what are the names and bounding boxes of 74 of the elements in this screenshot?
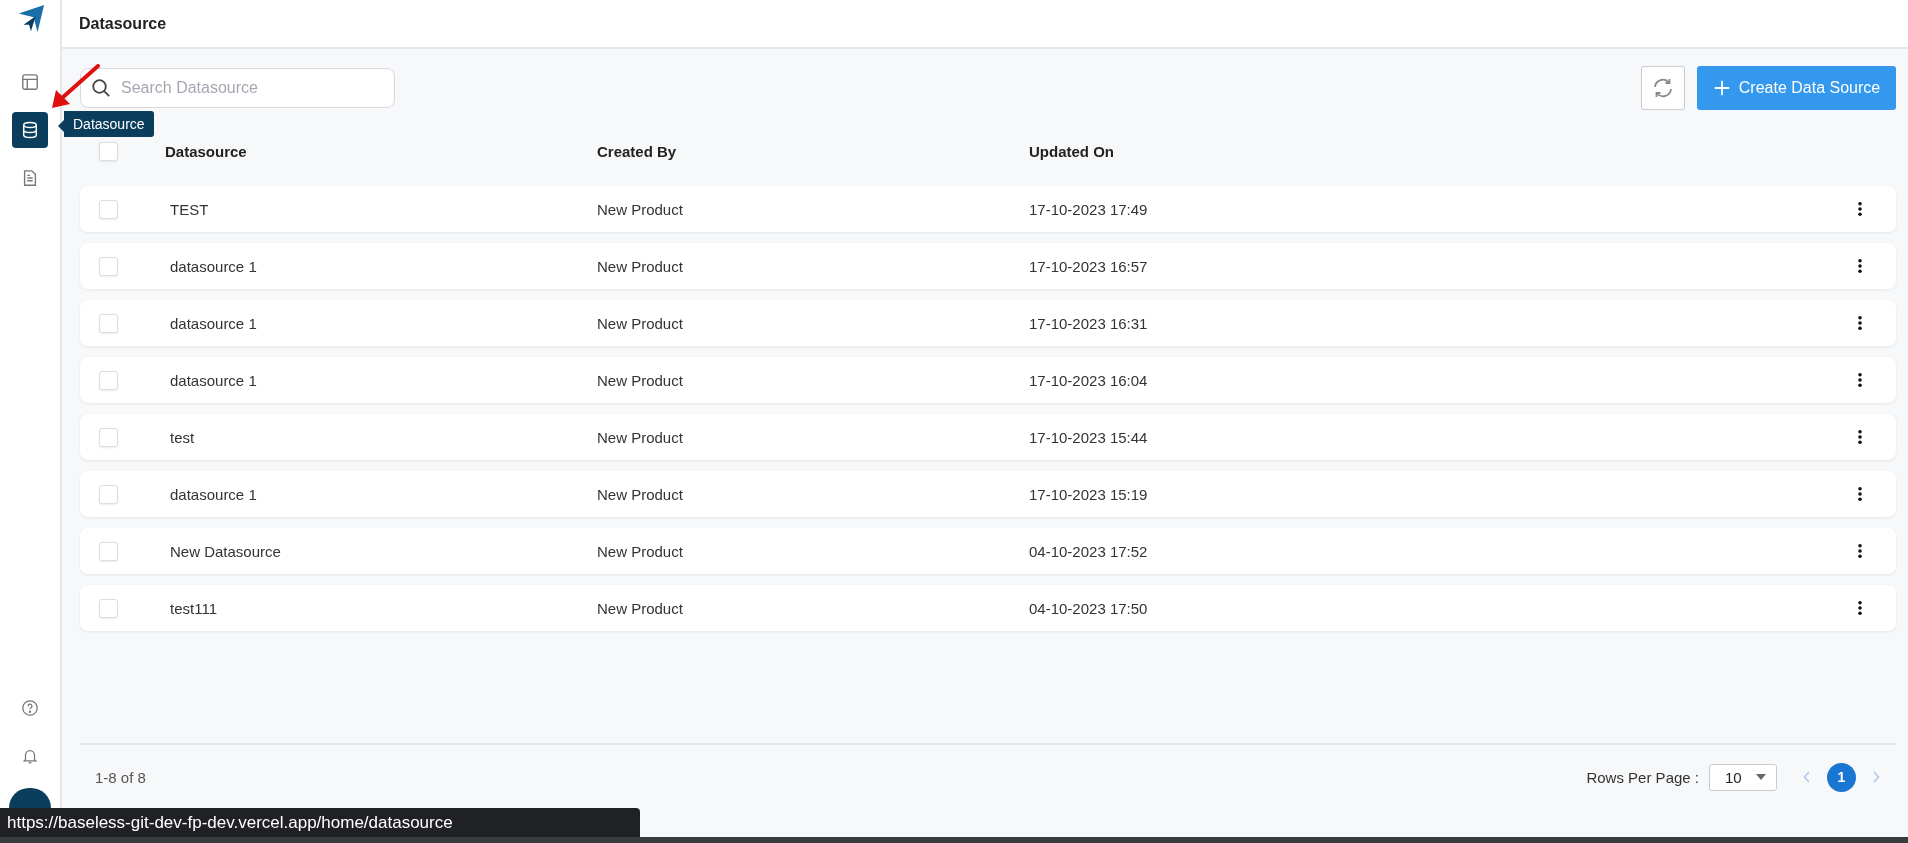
table-cell-text: test111	[169, 599, 218, 617]
help-icon[interactable]	[21, 699, 39, 717]
row-checkbox[interactable]	[99, 256, 118, 276]
plus-icon	[1712, 79, 1731, 97]
row-checkbox[interactable]	[99, 427, 118, 447]
more-options-icon[interactable]	[1857, 315, 1863, 331]
table-cell-text: datasource 1	[169, 485, 258, 503]
table-row[interactable]: datasource 1 New Product 17-10-2023 16:31	[80, 300, 1896, 346]
database-icon	[21, 121, 39, 139]
search-field[interactable]: Search Datasource	[80, 68, 395, 108]
table-row[interactable]: datasource 1 New Product 17-10-2023 15:19	[80, 471, 1896, 517]
refresh-icon	[1651, 76, 1675, 100]
table-cell-text: 17-10-2023 15:19	[1029, 485, 1149, 503]
annotation-arrow	[50, 64, 100, 110]
table-cell-text: New Product	[597, 200, 684, 218]
more-options-icon[interactable]	[1857, 258, 1863, 274]
table-row[interactable]: test New Product 17-10-2023 15:44	[80, 414, 1896, 460]
table-cell-text: datasource 1	[169, 314, 258, 332]
row-checkbox[interactable]	[99, 598, 118, 618]
row-checkbox[interactable]	[99, 484, 118, 504]
table-cell-text: 17-10-2023 16:04	[1029, 371, 1149, 389]
link-status-bar: https://baseless-git-dev-fp-dev.vercel.app/home/datasource	[0, 808, 640, 837]
search-icon	[91, 78, 111, 98]
row-checkbox[interactable]	[99, 199, 118, 219]
search-input[interactable]: Search Datasource	[119, 78, 384, 98]
row-checkbox[interactable]	[99, 541, 118, 561]
table-cell-text: 17-10-2023 17:49	[1029, 200, 1149, 218]
table-row[interactable]: datasource 1 New Product 17-10-2023 16:57	[80, 243, 1896, 289]
refresh-button[interactable]	[1641, 66, 1685, 110]
table-cell-text: test	[169, 428, 196, 446]
page-title: Datasource	[79, 14, 167, 33]
tooltip: Datasource	[58, 111, 154, 137]
more-options-icon[interactable]	[1857, 429, 1863, 445]
row-checkbox[interactable]	[99, 370, 118, 390]
table-row[interactable]: New Datasource New Product 04-10-2023 17:52	[80, 528, 1896, 574]
row-checkbox[interactable]	[99, 313, 118, 333]
layout-icon	[21, 73, 39, 91]
result-count: 1-8 of 8	[95, 768, 146, 786]
table-cell-text: 17-10-2023 15:44	[1029, 428, 1149, 446]
rows-per-page-label: Rows Per Page :	[1586, 768, 1699, 786]
table-cell-text: datasource 1	[169, 257, 258, 275]
table-cell-text: New Product	[597, 314, 684, 332]
column-header: Updated On	[1029, 142, 1115, 160]
more-options-icon[interactable]	[1857, 543, 1863, 559]
notification-bell-icon[interactable]	[21, 747, 39, 765]
column-header: Datasource	[165, 142, 248, 160]
table-row[interactable]: test111 New Product 04-10-2023 17:50	[80, 585, 1896, 631]
table-cell-text: New Product	[597, 428, 684, 446]
rows-per-page-select[interactable]: 10	[1709, 763, 1777, 791]
table-cell-text: TEST	[169, 200, 210, 218]
document-icon	[21, 169, 39, 187]
table-cell-text: New Datasource	[169, 542, 282, 560]
page-button[interactable]: 1	[1827, 762, 1856, 792]
table-cell-text: datasource 1	[169, 371, 258, 389]
table-cell-text: New Product	[597, 485, 684, 503]
column-header: Created By	[597, 142, 678, 160]
table-cell-text: 17-10-2023 16:57	[1029, 257, 1149, 275]
dropdown-caret-icon	[1756, 774, 1766, 780]
table-cell-text: New Product	[597, 542, 684, 560]
table-cell-text: 17-10-2023 16:31	[1029, 314, 1149, 332]
table-row[interactable]: datasource 1 New Product 17-10-2023 16:04	[80, 357, 1896, 403]
user-avatar[interactable]	[9, 788, 51, 808]
select-all-checkbox[interactable]	[99, 141, 118, 161]
table-row[interactable]: TEST New Product 17-10-2023 17:49	[80, 186, 1896, 232]
table-cell-text: New Product	[597, 371, 684, 389]
more-options-icon[interactable]	[1857, 600, 1863, 616]
nav-database-item[interactable]	[12, 112, 48, 148]
more-options-icon[interactable]	[1857, 372, 1863, 388]
table-cell-text: 04-10-2023 17:50	[1029, 599, 1149, 617]
table-cell-text: 04-10-2023 17:52	[1029, 542, 1149, 560]
more-options-icon[interactable]	[1857, 486, 1863, 502]
more-options-icon[interactable]	[1857, 201, 1863, 217]
table-cell-text: New Product	[597, 599, 684, 617]
table-cell-text: New Product	[597, 257, 684, 275]
